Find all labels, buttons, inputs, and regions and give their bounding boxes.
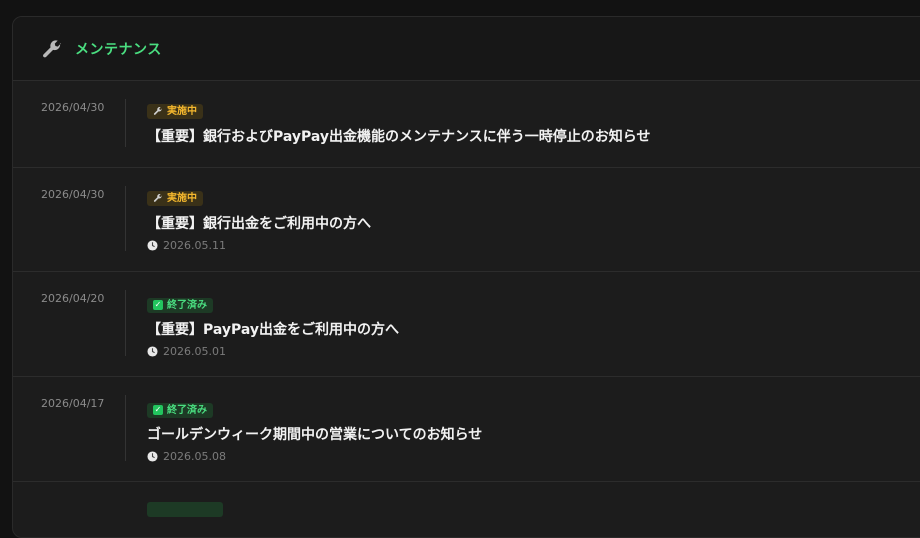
item-date: 2026/04/30	[41, 101, 105, 114]
wrench-icon	[153, 194, 162, 202]
maintenance-panel: メンテナンス 2026/04/30 実施中 【重要】銀行およびPayPay出金機…	[12, 16, 920, 538]
panel-header: メンテナンス	[13, 17, 920, 81]
status-label: 実施中	[167, 192, 197, 204]
item-title[interactable]: 【重要】銀行出金をご利用中の方へ	[147, 213, 920, 233]
status-label: 実施中	[167, 105, 197, 117]
list-item[interactable]: 2026/04/20 ✓ 終了済み 【重要】PayPay出金をご利用中の方へ 2…	[13, 272, 920, 377]
list-item[interactable]	[13, 482, 920, 537]
panel-title: メンテナンス	[75, 41, 162, 58]
clock-icon	[147, 450, 158, 462]
period-date: 2026.05.01	[163, 344, 226, 358]
item-date: 2026/04/17	[41, 397, 105, 410]
divider	[125, 290, 126, 356]
status-label: 終了済み	[167, 299, 207, 311]
clock-icon	[147, 240, 158, 251]
period-date: 2026.05.08	[163, 449, 226, 463]
status-badge	[147, 502, 223, 517]
check-icon: ✓	[153, 300, 163, 310]
status-label: 終了済み	[167, 404, 207, 416]
list-item[interactable]: 2026/04/30 実施中 【重要】銀行およびPayPay出金機能のメンテナン…	[13, 81, 920, 168]
clock-icon	[147, 345, 158, 357]
list-item[interactable]: 2026/04/30 実施中 【重要】銀行出金をご利用中の方へ 2026.05.…	[13, 168, 920, 272]
item-period: 2026.05.11	[147, 239, 920, 252]
item-period: 2026.05.01	[147, 345, 920, 358]
wrench-icon	[43, 39, 61, 57]
check-icon: ✓	[153, 405, 163, 415]
status-badge: 実施中	[147, 190, 203, 206]
item-date: 2026/04/30	[41, 188, 105, 201]
status-badge: ✓ 終了済み	[147, 297, 213, 313]
divider	[125, 99, 126, 147]
period-date: 2026.05.11	[163, 239, 226, 252]
divider	[125, 186, 126, 251]
wrench-icon	[153, 107, 162, 115]
item-title[interactable]: ゴールデンウィーク期間中の営業についてのお知らせ	[147, 424, 920, 444]
status-badge: 実施中	[147, 103, 203, 119]
divider	[125, 395, 126, 461]
item-date: 2026/04/20	[41, 292, 105, 305]
status-badge: ✓ 終了済み	[147, 402, 213, 418]
item-title[interactable]: 【重要】銀行およびPayPay出金機能のメンテナンスに伴う一時停止のお知らせ	[147, 126, 920, 146]
item-title[interactable]: 【重要】PayPay出金をご利用中の方へ	[147, 319, 920, 339]
list-item[interactable]: 2026/04/17 ✓ 終了済み ゴールデンウィーク期間中の営業についてのお知…	[13, 377, 920, 482]
item-period: 2026.05.08	[147, 450, 920, 463]
